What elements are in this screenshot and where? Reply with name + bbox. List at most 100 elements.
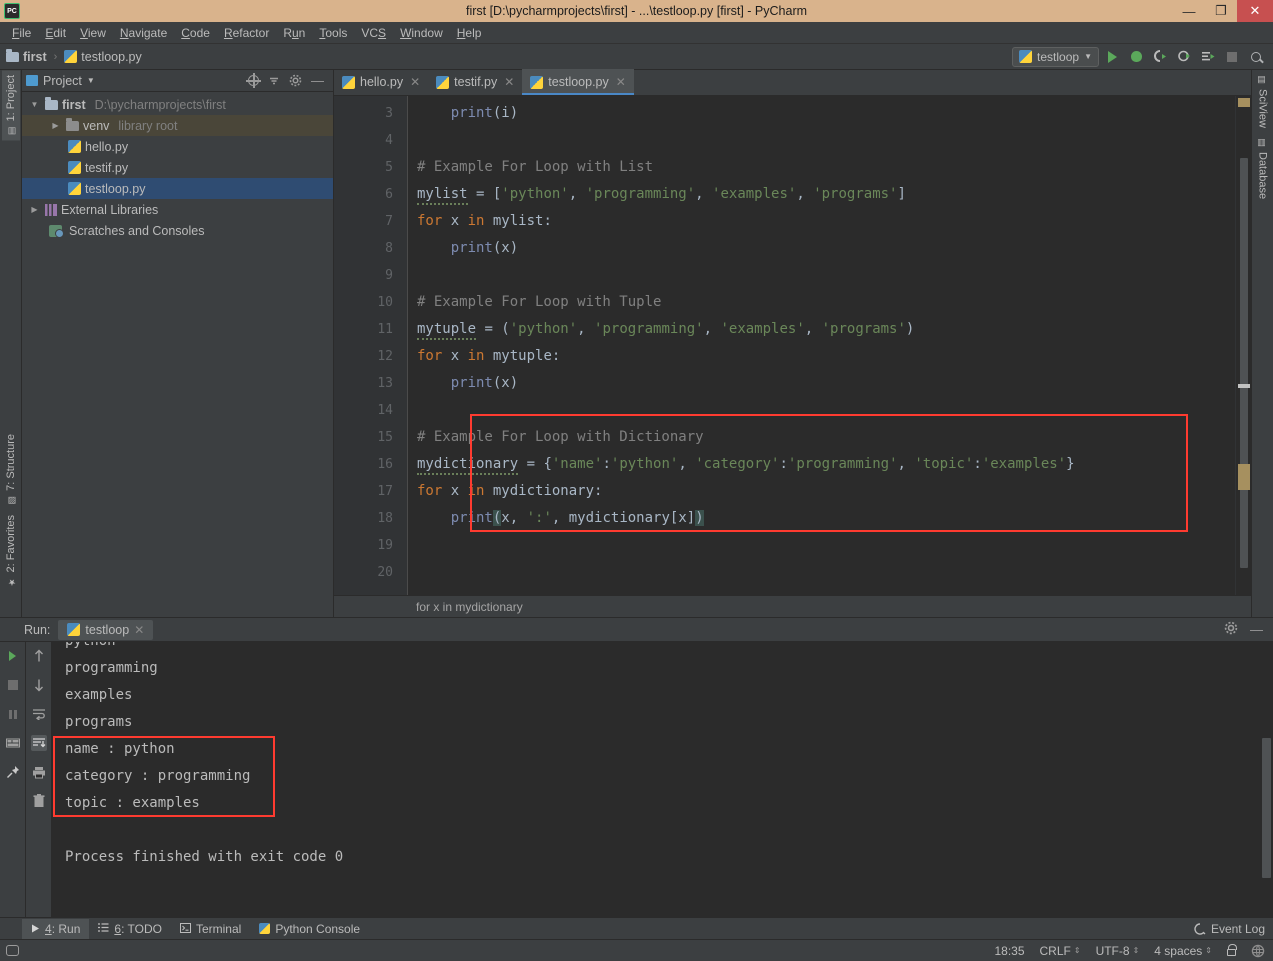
hide-panel-button[interactable]: — bbox=[1250, 622, 1263, 637]
run-panel-header: Run: testloop ✕ — bbox=[0, 618, 1273, 642]
event-log-button[interactable]: Event Log bbox=[1194, 922, 1265, 936]
chevron-down-icon[interactable]: ▼ bbox=[87, 76, 95, 85]
menu-item-code[interactable]: Code bbox=[174, 24, 217, 42]
line-number: 11 bbox=[377, 322, 393, 337]
status-line-separator[interactable]: CRLF ⇕ bbox=[1040, 944, 1081, 958]
tab-testloop-py[interactable]: testloop.py ✕ bbox=[522, 69, 634, 95]
tab-testif-py[interactable]: testif.py ✕ bbox=[428, 69, 522, 95]
hide-panel-button[interactable]: — bbox=[311, 73, 324, 88]
tree-node-testif-py[interactable]: testif.py bbox=[22, 157, 333, 178]
tree-node-venv[interactable]: ▶ venv library root bbox=[22, 115, 333, 136]
tool-window-project[interactable]: ▥ 1: Project bbox=[1, 70, 20, 141]
close-icon[interactable]: ✕ bbox=[616, 75, 626, 89]
profile-button[interactable] bbox=[1173, 47, 1195, 67]
bottom-tab-todo[interactable]: 6: TODO bbox=[89, 919, 171, 939]
print-icon[interactable] bbox=[31, 764, 47, 780]
tree-node-first[interactable]: ▼ first D:\pycharmprojects\first bbox=[22, 94, 333, 115]
status-encoding[interactable]: UTF-8 ⇕ bbox=[1096, 944, 1140, 958]
run-with-console-button[interactable] bbox=[1197, 47, 1219, 67]
code-editor[interactable]: 3 4 5 6 7 8 9 10 11 12 13 14 15 16 17 18 bbox=[334, 96, 1251, 595]
run-button[interactable] bbox=[1101, 47, 1123, 67]
collapse-all-button[interactable] bbox=[268, 75, 280, 87]
scroll-to-end-button[interactable] bbox=[30, 735, 47, 751]
tree-node-scratches[interactable]: Scratches and Consoles bbox=[22, 220, 333, 241]
menu-item-window[interactable]: Window bbox=[393, 24, 450, 42]
pause-button[interactable] bbox=[5, 706, 21, 722]
bottom-tab-run[interactable]: 4: Run bbox=[22, 918, 90, 939]
menu-item-help[interactable]: Help bbox=[450, 24, 489, 42]
bottom-tool-tabs: 4: Run 6: TODO Terminal Python Console E… bbox=[0, 917, 1273, 939]
menu-item-run[interactable]: Run bbox=[276, 24, 312, 42]
tool-window-favorites[interactable]: ★ 2: Favorites bbox=[2, 510, 20, 591]
toggle-toolbar-icon[interactable] bbox=[6, 945, 19, 956]
python-file-icon bbox=[67, 623, 81, 636]
menu-item-view[interactable]: View bbox=[73, 24, 113, 42]
scroll-from-source-button[interactable] bbox=[245, 72, 261, 88]
menu-item-file[interactable]: FFileile bbox=[5, 24, 38, 42]
tree-node-hello-py[interactable]: hello.py bbox=[22, 136, 333, 157]
soft-wrap-button[interactable] bbox=[31, 706, 47, 722]
expand-arrow-icon[interactable]: ▶ bbox=[49, 121, 62, 130]
code-line-3: print(i) bbox=[417, 105, 519, 121]
tree-node-label: External Libraries bbox=[61, 202, 159, 217]
code-text[interactable]: print(i) # Example For Loop with List my… bbox=[408, 96, 1235, 595]
debug-button[interactable] bbox=[1125, 47, 1147, 67]
minimize-button[interactable]: — bbox=[1173, 0, 1205, 22]
status-indent[interactable]: 4 spaces ⇕ bbox=[1154, 944, 1212, 958]
expand-arrow-icon[interactable]: ▼ bbox=[28, 100, 41, 109]
tool-window-structure[interactable]: ▨ 7: Structure bbox=[2, 429, 20, 510]
tree-node-testloop-py[interactable]: testloop.py bbox=[22, 178, 333, 199]
code-line-18: print(x, ':', mydictionary[x]) bbox=[417, 510, 704, 526]
menu-item-navigate[interactable]: Navigate bbox=[113, 24, 174, 42]
tool-window-sciview[interactable]: ▤ SciView bbox=[1254, 70, 1272, 133]
bottom-tab-terminal[interactable]: Terminal bbox=[171, 919, 250, 939]
menu-item-tools[interactable]: Tools bbox=[312, 24, 354, 42]
gear-icon[interactable] bbox=[289, 74, 302, 87]
run-session-tab[interactable]: testloop ✕ bbox=[58, 619, 154, 640]
tool-window-database[interactable]: ▥ Database bbox=[1254, 133, 1272, 204]
scroll-up-button[interactable] bbox=[31, 648, 47, 664]
trash-icon[interactable] bbox=[31, 793, 47, 809]
gear-icon[interactable] bbox=[1224, 621, 1238, 638]
close-button[interactable]: ✕ bbox=[1237, 0, 1273, 22]
maximize-button[interactable]: ❐ bbox=[1205, 0, 1237, 22]
line-number: 18 bbox=[377, 511, 393, 526]
scroll-down-button[interactable] bbox=[31, 677, 47, 693]
tree-node-external-libraries[interactable]: ▶ External Libraries bbox=[22, 199, 333, 220]
menu-item-refactor[interactable]: Refactor bbox=[217, 24, 276, 42]
console-output[interactable]: python programming examples programs nam… bbox=[52, 642, 1273, 917]
bottom-tab-python-console[interactable]: Python Console bbox=[250, 919, 369, 939]
close-icon[interactable]: ✕ bbox=[410, 75, 420, 89]
stop-button[interactable] bbox=[1221, 47, 1243, 67]
close-icon[interactable]: ✕ bbox=[504, 75, 514, 89]
chevron-down-icon: ▼ bbox=[1084, 52, 1092, 61]
breadcrumb-project[interactable]: first bbox=[23, 50, 47, 64]
run-config-python-icon bbox=[1019, 50, 1033, 63]
menu-item-vcs[interactable]: VCS bbox=[354, 24, 393, 42]
pin-icon[interactable] bbox=[5, 764, 21, 780]
search-everywhere-button[interactable] bbox=[1245, 47, 1267, 67]
branch-icon[interactable] bbox=[1251, 944, 1265, 958]
rerun-button[interactable] bbox=[5, 648, 21, 664]
run-coverage-button[interactable] bbox=[1149, 47, 1171, 67]
bottom-tab-label: 6: TODO bbox=[114, 921, 162, 936]
lock-icon[interactable] bbox=[1227, 943, 1237, 956]
stop-button[interactable] bbox=[5, 677, 21, 693]
tree-node-label: Scratches and Consoles bbox=[69, 223, 205, 238]
editor-marker-bar[interactable] bbox=[1235, 96, 1251, 595]
run-configuration-selector[interactable]: testloop ▼ bbox=[1012, 46, 1099, 67]
expand-arrow-icon[interactable]: ▶ bbox=[28, 205, 41, 214]
console-line: programs bbox=[65, 714, 133, 730]
python-file-icon bbox=[68, 182, 81, 195]
layout-button[interactable] bbox=[5, 735, 21, 751]
tab-hello-py[interactable]: hello.py ✕ bbox=[334, 69, 428, 95]
star-icon: ★ bbox=[5, 576, 16, 586]
close-icon[interactable]: ✕ bbox=[134, 623, 144, 637]
sciview-icon: ▤ bbox=[1257, 75, 1268, 85]
breadcrumb-statement[interactable]: for x in mydictionary bbox=[416, 600, 523, 614]
breadcrumb-file[interactable]: testloop.py bbox=[81, 50, 141, 64]
menu-item-edit[interactable]: Edit bbox=[38, 24, 73, 42]
bottom-tab-label: 4: Run bbox=[45, 921, 81, 936]
line-number: 10 bbox=[377, 295, 393, 310]
